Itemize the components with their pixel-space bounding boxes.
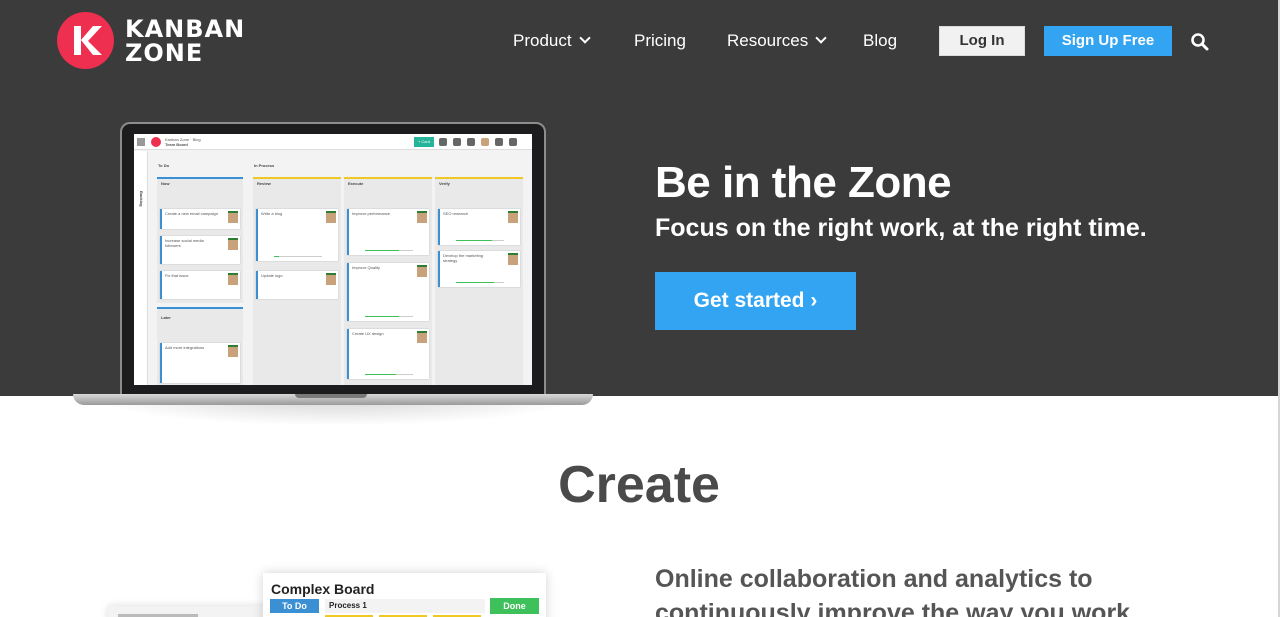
lane-todo: To Do Now Create a new email campaign In… (154, 151, 246, 385)
lane-title: In Process (254, 163, 275, 168)
avatar (417, 265, 427, 277)
mini-card: SEO research (438, 209, 520, 245)
column-title: Review (257, 181, 271, 186)
nav-item-label: Blog (863, 31, 898, 50)
search-icon[interactable] (1190, 32, 1210, 52)
card-title: Develop the marketing strategy (443, 253, 484, 263)
mini-card: Improve Quality (347, 263, 429, 321)
nav-item-resources[interactable]: Resources (727, 26, 827, 56)
progress-bar (274, 256, 322, 257)
chart-icon (453, 138, 461, 146)
done-column-header: Done (490, 598, 539, 614)
login-button[interactable]: Log In (939, 26, 1025, 56)
board-preview-background (108, 606, 268, 617)
process-column-header: Process 1 (325, 599, 485, 613)
mini-card: Create a new email campaign (160, 209, 240, 229)
hero-title: Be in the Zone (655, 158, 952, 207)
app-title: Kanban Zone · Blog Team Board (165, 137, 201, 147)
avatar (228, 211, 238, 223)
get-started-button[interactable]: Get started › (655, 272, 856, 330)
filter-icon (495, 138, 503, 146)
search-icon (509, 138, 517, 146)
mini-card: Develop the marketing strategy (438, 251, 520, 287)
app-sidebar: Backlog (134, 151, 148, 385)
add-card-button: + Card (414, 137, 434, 147)
nav-item-label: Resources (727, 31, 809, 50)
chevron-down-icon (578, 32, 591, 44)
todo-column-header: To Do (270, 599, 319, 613)
progress-bar (365, 316, 413, 317)
mini-card: Add more integrations (160, 343, 240, 383)
nav-item-blog[interactable]: Blog (863, 26, 897, 56)
complex-board-preview: Complex Board To Do Process 1 Done (263, 573, 546, 617)
avatar (417, 211, 427, 223)
avatar-icon (481, 138, 489, 146)
column-title: Now (161, 181, 170, 186)
avatar (228, 238, 238, 250)
column-title: Execute (348, 181, 364, 186)
column-now: Now Create a new email campaign Increase… (157, 177, 243, 303)
mini-card: Increase social media followers (160, 236, 240, 264)
avatar (508, 211, 518, 223)
app-board-title: Team Board (165, 142, 188, 147)
nav-item-label: Pricing (634, 31, 686, 50)
lane-title: To Do (158, 163, 170, 168)
hero-subtitle: Focus on the right work, at the right ti… (655, 214, 1147, 242)
mini-card: Create UX design (347, 329, 429, 379)
column-verify: Verify SEO research Develop the marketin… (435, 177, 523, 385)
progress-bar (365, 250, 413, 251)
progress-bar (365, 374, 413, 375)
column-review: Review Write a blog Update logo (253, 177, 341, 385)
progress-bar (456, 282, 504, 283)
mini-card: Improve performance (347, 209, 429, 255)
avatar (326, 273, 336, 285)
avatar (508, 253, 518, 265)
avatar (326, 211, 336, 223)
card-title: Increase social media followers (165, 238, 204, 248)
avatar (228, 273, 238, 285)
avatar (417, 331, 427, 343)
lane-in-process: In Process Review Write a blog Update lo… (250, 151, 532, 385)
chevron-down-icon (815, 32, 827, 44)
signup-button[interactable]: Sign Up Free (1044, 26, 1172, 56)
board-screenshot: Kanban Zone · Blog Team Board + Card Bac… (134, 134, 532, 385)
column-execute: Execute Improve performance Improve Qual… (344, 177, 432, 385)
progress-bar (456, 240, 504, 241)
mini-card: Update logo (256, 271, 338, 299)
column-later: Later Add more integrations (157, 307, 243, 385)
app-logo-icon (151, 137, 161, 147)
mini-card: Fix that issue (160, 271, 240, 299)
create-description: Online collaboration and analytics to co… (655, 565, 1138, 617)
menu-icon (137, 138, 145, 146)
app-toolbar (439, 138, 529, 146)
nav-item-pricing[interactable]: Pricing (634, 26, 686, 56)
app-header: Kanban Zone · Blog Team Board + Card (134, 134, 532, 150)
help-icon (467, 138, 475, 146)
mini-card: Write a blog (256, 209, 338, 261)
column-title: Later (161, 315, 171, 320)
column-title: Verify (439, 181, 450, 186)
create-heading: Create (558, 456, 720, 514)
avatar (228, 345, 238, 357)
nav-item-label: Product (513, 31, 572, 50)
complex-board-title: Complex Board (271, 581, 375, 597)
backlog-label: Backlog (139, 191, 144, 207)
settings-icon (439, 138, 447, 146)
laptop-notch (295, 394, 367, 398)
nav-item-product[interactable]: Product (513, 26, 591, 56)
